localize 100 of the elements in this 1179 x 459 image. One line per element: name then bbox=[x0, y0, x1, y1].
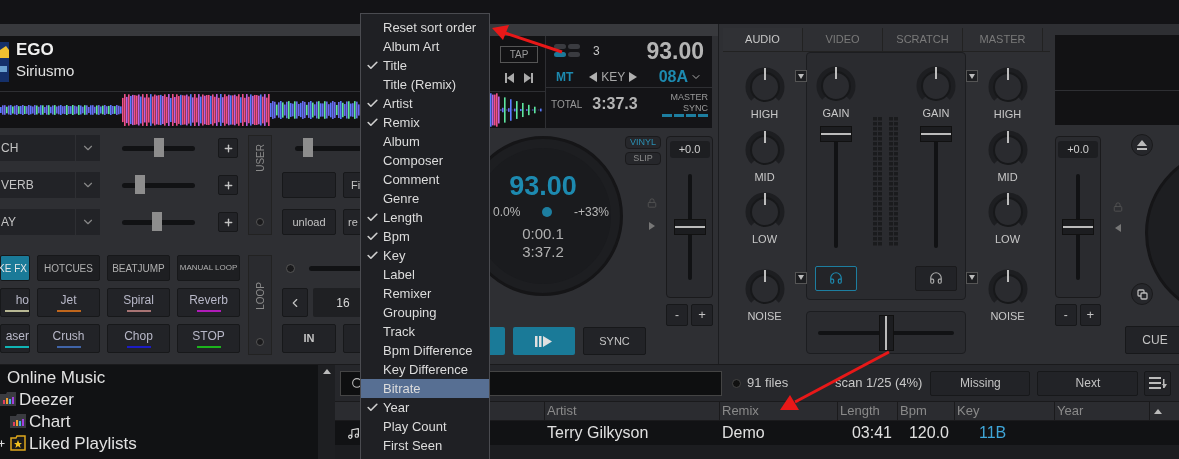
add-button[interactable] bbox=[218, 212, 238, 232]
left-triangle-icon[interactable] bbox=[589, 71, 598, 82]
add-button[interactable] bbox=[218, 175, 238, 195]
fader-thumb[interactable] bbox=[673, 219, 706, 235]
menu-item[interactable]: First Seen bbox=[361, 436, 489, 455]
menu-item[interactable]: Track bbox=[361, 322, 489, 341]
column-header[interactable]: Bpm bbox=[898, 402, 955, 420]
column-header[interactable]: Artist bbox=[545, 402, 720, 420]
pad-mode-tab[interactable]: MANUAL LOOP bbox=[177, 255, 240, 281]
fader-thumb[interactable] bbox=[920, 125, 952, 142]
knob-label: NOISE bbox=[747, 308, 782, 324]
menu-item[interactable]: Play Count bbox=[361, 417, 489, 436]
tree-item[interactable]: Liked Playlists bbox=[29, 434, 137, 452]
missing-button[interactable]: Missing bbox=[930, 370, 1031, 396]
caret-icon bbox=[797, 73, 804, 79]
panel-label: USER bbox=[253, 144, 267, 172]
loop-in-button[interactable]: IN bbox=[282, 324, 336, 353]
pad-mode-tab[interactable]: HOTCUES bbox=[37, 255, 100, 281]
knob-label: HIGH bbox=[750, 107, 779, 122]
play-triangle-icon[interactable] bbox=[649, 222, 655, 230]
chart-folder-icon bbox=[10, 414, 26, 428]
scrollbar[interactable] bbox=[318, 365, 335, 459]
pitch-reading: +0.0 bbox=[669, 141, 710, 158]
key-reading[interactable]: 08A bbox=[658, 64, 688, 89]
slider-thumb[interactable] bbox=[153, 138, 164, 157]
column-header[interactable]: Key bbox=[955, 402, 1055, 420]
copy-icon bbox=[1136, 288, 1148, 300]
next-button[interactable]: Next bbox=[1037, 370, 1139, 396]
pitch-up-button[interactable]: + bbox=[691, 304, 713, 326]
chart-folder-icon bbox=[0, 392, 16, 406]
vinyl-toggle[interactable]: VINYL bbox=[625, 136, 661, 149]
headphones-icon bbox=[829, 271, 843, 285]
expand-icon[interactable] bbox=[0, 438, 6, 448]
menu-item[interactable]: Artist bbox=[361, 94, 489, 113]
menu-item[interactable]: Bitrate bbox=[361, 379, 489, 398]
fx-pad[interactable]: Spiral bbox=[107, 288, 170, 317]
fx-pad[interactable]: Crush bbox=[37, 324, 100, 353]
pitch-percent: 0.0% bbox=[493, 204, 521, 221]
headphones-button[interactable] bbox=[915, 265, 957, 291]
jog-bpm: 93.00 bbox=[509, 171, 577, 201]
fx-pad[interactable]: Jet bbox=[37, 288, 100, 317]
menu-item[interactable]: Key Difference bbox=[361, 360, 489, 379]
menu-item[interactable]: Reset sort order bbox=[361, 18, 489, 37]
pitch-down-button[interactable]: - bbox=[666, 304, 688, 326]
slip-toggle[interactable]: SLIP bbox=[625, 152, 661, 165]
master-tempo-toggle[interactable]: MT bbox=[556, 67, 574, 86]
fx-dropdown[interactable]: CH bbox=[0, 135, 100, 161]
fader-thumb[interactable] bbox=[820, 125, 852, 142]
right-triangle-icon[interactable] bbox=[629, 71, 638, 82]
menu-item[interactable]: Remix bbox=[361, 113, 489, 132]
fx-pad[interactable]: Chop bbox=[107, 324, 170, 353]
tree-item[interactable]: Deezer bbox=[19, 390, 74, 408]
skip-forward-icon[interactable] bbox=[524, 73, 533, 83]
menu-item[interactable]: Album Art bbox=[361, 37, 489, 56]
column-header[interactable]: Year bbox=[1055, 402, 1150, 420]
check-icon bbox=[365, 211, 379, 224]
cue-button[interactable]: CUE bbox=[1125, 326, 1179, 354]
slider-thumb[interactable] bbox=[151, 212, 162, 231]
fader-thumb[interactable] bbox=[1062, 219, 1094, 235]
menu-item[interactable]: Title bbox=[361, 56, 489, 75]
headphones-button[interactable] bbox=[815, 265, 857, 291]
fx-pad[interactable]: STOP bbox=[177, 324, 240, 353]
scroll-up-icon[interactable] bbox=[1153, 408, 1162, 414]
scroll-up-icon[interactable] bbox=[322, 369, 331, 374]
crossfader-thumb[interactable] bbox=[878, 314, 894, 351]
fx-pad[interactable]: aser bbox=[0, 324, 30, 353]
menu-item[interactable]: Bpm Difference bbox=[361, 341, 489, 360]
menu-item[interactable]: Title (Remix) bbox=[361, 75, 489, 94]
tree-item[interactable]: Chart bbox=[29, 412, 71, 430]
total-time: 3:37.3 bbox=[592, 94, 638, 114]
slider-thumb[interactable] bbox=[134, 175, 145, 194]
star-folder-icon bbox=[10, 435, 26, 451]
headphones-icon bbox=[929, 271, 943, 285]
fx-pad[interactable]: ho bbox=[0, 288, 30, 317]
pitch-up-button[interactable]: + bbox=[1079, 304, 1101, 326]
skip-back-icon[interactable] bbox=[505, 73, 514, 83]
dropdown-toggle[interactable] bbox=[794, 271, 807, 284]
play-pause-button[interactable] bbox=[513, 327, 575, 355]
pitch-reading: +0.0 bbox=[1058, 141, 1098, 158]
unload-button[interactable]: unload bbox=[282, 209, 336, 235]
column-header[interactable]: Length bbox=[838, 402, 898, 420]
knob-label: LOW bbox=[751, 232, 778, 247]
add-button[interactable] bbox=[218, 138, 238, 158]
clone-button[interactable] bbox=[1131, 283, 1153, 305]
knob-label: GAIN bbox=[922, 106, 950, 121]
tree-item[interactable]: Online Music bbox=[7, 368, 106, 386]
menu-button[interactable] bbox=[1144, 370, 1172, 396]
scan-status: scan 1/25 (4%) bbox=[835, 374, 923, 393]
fx-pad[interactable]: Reverb bbox=[177, 288, 240, 317]
tap-button[interactable]: TAP bbox=[500, 46, 538, 63]
pitch-down-button[interactable]: - bbox=[1055, 304, 1077, 326]
fx-dropdown[interactable]: AY bbox=[0, 209, 100, 235]
sync-button[interactable]: SYNC bbox=[583, 327, 646, 355]
pad-mode-tab[interactable]: BEATJUMP bbox=[107, 255, 170, 281]
slider-thumb[interactable] bbox=[302, 138, 313, 157]
caret-icon bbox=[968, 275, 975, 280]
fx-dropdown[interactable]: VERB bbox=[0, 172, 100, 198]
dropdown-toggle[interactable] bbox=[794, 70, 807, 82]
menu-item[interactable]: Year bbox=[361, 398, 489, 417]
eject-button[interactable] bbox=[1131, 134, 1153, 156]
